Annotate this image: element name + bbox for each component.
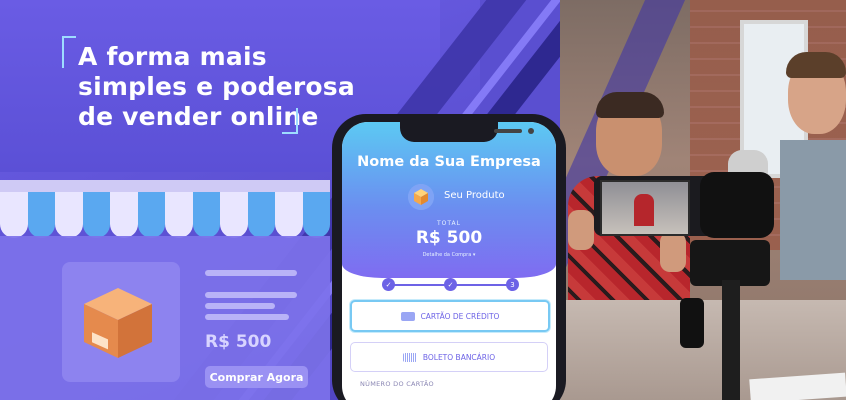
- total-value: R$ 500: [415, 228, 483, 248]
- payment-option-label: CARTÃO DE CRÉDITO: [420, 311, 500, 321]
- headline: A forma mais simples e poderosa de vende…: [78, 42, 355, 132]
- credit-card-icon: [400, 311, 415, 321]
- speaker-icon: [494, 129, 522, 133]
- headline-line: de vender online: [78, 102, 319, 131]
- text-placeholder-line: [205, 314, 289, 320]
- headline-line: A forma mais: [78, 42, 267, 71]
- product-name: Seu Produto: [444, 190, 505, 201]
- product-box-icon: [408, 184, 434, 210]
- step-2-check-icon: ✓: [444, 278, 457, 291]
- text-placeholder-line: [205, 303, 275, 309]
- text-placeholder-line: [205, 270, 297, 276]
- text-placeholder-line: [205, 292, 297, 298]
- checkout-screen: Nome da Sua Empresa Seu Produto TOTAL R$…: [342, 122, 556, 400]
- barcode-icon: [402, 352, 417, 362]
- headline-line: simples e poderosa: [78, 72, 355, 101]
- checkout-steps: ✓ ✓ 3: [378, 278, 524, 292]
- person-background-hair: [786, 52, 846, 78]
- thumbs-up-left: [568, 210, 594, 250]
- buy-now-button[interactable]: Comprar Agora: [205, 366, 308, 388]
- camera-screen: [600, 180, 690, 236]
- company-name: Nome da Sua Empresa: [357, 154, 541, 170]
- tripod-handle: [680, 298, 704, 348]
- thumbs-up-right: [660, 232, 686, 272]
- package-icon: [84, 288, 152, 358]
- tripod-pole: [722, 280, 740, 400]
- person-background-body: [780, 140, 846, 280]
- headline-bracket-bottom: [282, 108, 298, 134]
- phone-notch: [400, 122, 534, 142]
- card-number-label: NÚMERO DO CARTÃO: [360, 380, 434, 388]
- front-camera-icon: [528, 128, 534, 134]
- store-price: R$ 500: [205, 332, 272, 352]
- total-label: TOTAL: [436, 220, 462, 227]
- store-awning: [0, 192, 330, 238]
- hero-banner: A forma mais simples e poderosa de vende…: [0, 0, 846, 400]
- person-hair: [596, 92, 664, 118]
- step-3-indicator: 3: [506, 278, 519, 291]
- payment-option-label: BOLETO BANCÁRIO: [422, 352, 496, 362]
- camera-lens: [700, 172, 774, 238]
- payment-option-credit-card[interactable]: CARTÃO DE CRÉDITO: [350, 300, 550, 332]
- headline-bracket-top: [62, 36, 76, 68]
- purchase-details-link[interactable]: Detalhe da Compra ▾: [342, 252, 556, 258]
- step-1-check-icon: ✓: [382, 278, 395, 291]
- payment-option-boleto[interactable]: BOLETO BANCÁRIO: [350, 342, 548, 372]
